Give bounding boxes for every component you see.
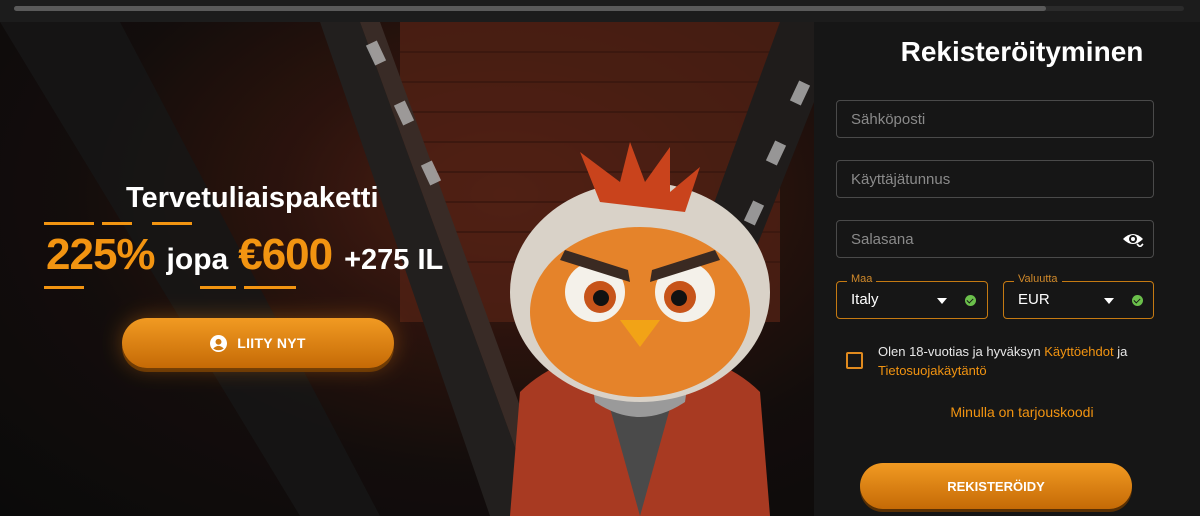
scrollbar-thumb[interactable] bbox=[14, 6, 1046, 11]
country-label: Maa bbox=[847, 273, 877, 285]
welcome-offer-title: Tervetuliaispaketti bbox=[126, 182, 379, 214]
bonus-upto-text: jopa bbox=[166, 243, 229, 276]
page: Tervetuliaispaketti 225% jopa €600 +275 … bbox=[0, 0, 1200, 516]
check-valid-icon bbox=[965, 295, 976, 306]
currency-label: Valuutta bbox=[1014, 273, 1062, 285]
eye-icon[interactable] bbox=[1122, 231, 1144, 247]
age-terms-checkbox[interactable] bbox=[846, 352, 863, 369]
terms-and: ja bbox=[1117, 344, 1128, 359]
check-valid-icon bbox=[1132, 295, 1143, 306]
register-button[interactable]: REKISTERÖIDY bbox=[860, 463, 1132, 509]
terms-link[interactable]: Käyttöehdot bbox=[1044, 344, 1113, 359]
promo-code-link[interactable]: Minulla on tarjouskoodi bbox=[814, 404, 1200, 420]
decorative-dash bbox=[200, 286, 236, 289]
offer-line: 225% jopa €600 +275 IL bbox=[46, 230, 443, 280]
email-field[interactable] bbox=[836, 100, 1154, 138]
terms-prefix: Olen 18-vuotias ja hyväksyn bbox=[878, 344, 1041, 359]
hero-banner: Tervetuliaispaketti 225% jopa €600 +275 … bbox=[0, 22, 814, 516]
join-now-button[interactable]: LIITY NYT bbox=[122, 318, 394, 368]
decorative-dash bbox=[244, 286, 296, 289]
join-now-label: LIITY NYT bbox=[237, 335, 306, 351]
browser-top-bar bbox=[0, 0, 1200, 22]
chevron-down-icon bbox=[1104, 298, 1114, 304]
decorative-dash bbox=[102, 222, 132, 225]
username-field[interactable] bbox=[836, 160, 1154, 198]
user-circle-icon bbox=[210, 334, 228, 352]
bonus-percent: 225% bbox=[46, 230, 156, 279]
terms-text: Olen 18-vuotias ja hyväksyn Käyttöehdot … bbox=[878, 342, 1178, 380]
registration-title: Rekisteröityminen bbox=[900, 36, 1144, 67]
password-field[interactable] bbox=[836, 220, 1154, 258]
angry-bird-mascot bbox=[510, 142, 770, 516]
decorative-dash bbox=[44, 222, 94, 225]
horizontal-scrollbar[interactable] bbox=[14, 6, 1184, 11]
decorative-dash bbox=[152, 222, 192, 225]
free-spins-count: +275 IL bbox=[344, 244, 444, 276]
privacy-link[interactable]: Tietosuojakäytäntö bbox=[878, 363, 987, 378]
country-value: Italy bbox=[851, 291, 879, 308]
chevron-down-icon bbox=[937, 298, 947, 304]
country-select[interactable]: Maa Italy bbox=[836, 273, 988, 319]
decorative-dash bbox=[44, 286, 84, 289]
currency-value: EUR bbox=[1018, 291, 1050, 308]
registration-panel: Rekisteröityminen Maa Italy Valuutta EUR… bbox=[814, 22, 1200, 516]
bonus-amount: €600 bbox=[238, 230, 333, 279]
currency-select[interactable]: Valuutta EUR bbox=[1003, 273, 1154, 319]
